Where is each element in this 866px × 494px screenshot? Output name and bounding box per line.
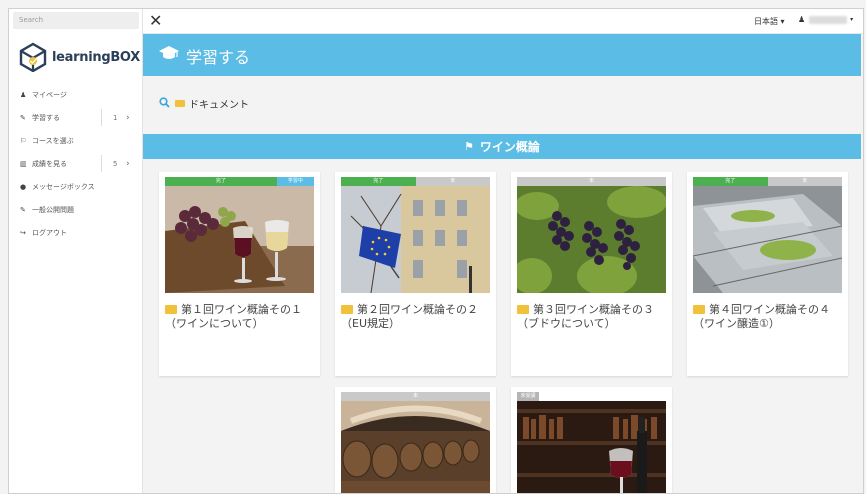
status-not-started: 未: [517, 177, 666, 186]
status-not-started: 未: [341, 392, 490, 401]
folder-icon: [517, 305, 529, 314]
folder-icon: [165, 305, 177, 314]
pencil-icon: ✎: [20, 113, 26, 122]
status-not-started: 未: [415, 177, 490, 186]
course-title-text: 第４回ワイン概論その４（ワイン醸造①）: [693, 303, 830, 330]
search-input[interactable]: Search: [13, 12, 139, 29]
course-card[interactable]: 完了 未 第４回ワイン概論その４（ワイン醸造①）: [687, 172, 848, 376]
course-title[interactable]: 第４回ワイン概論その４（ワイン醸造①）: [693, 303, 843, 331]
sidebar-item-label: 学習する: [32, 113, 60, 122]
course-title[interactable]: 第１回ワイン概論その１（ワインについて）: [165, 303, 315, 331]
logout-icon: ↪: [20, 228, 26, 237]
folder-icon: [341, 305, 353, 314]
progress-bar: 完了 未: [693, 177, 842, 186]
chevron-right-icon[interactable]: ›: [126, 159, 130, 169]
status-done: 完了: [165, 177, 277, 186]
status-not-started: 未: [767, 177, 842, 186]
chevron-right-icon[interactable]: ›: [126, 113, 130, 123]
progress-bar: 未受講: [517, 392, 539, 401]
sidebar-item-label: メッセージボックス: [32, 182, 95, 191]
sidebar-item-public-questions[interactable]: ✎ 一般公開問題: [9, 198, 143, 221]
course-card[interactable]: 完了 未 第２回ワイン概論その２（EU規定）: [335, 172, 496, 376]
course-thumbnail: [693, 186, 842, 293]
course-thumbnail: [341, 401, 490, 493]
sidebar: Search learningBOX ♟ マイページ ✎ 学習する 1 › ⚐ …: [9, 9, 143, 493]
folder-icon: [693, 305, 705, 314]
section-header: ⚑ ワイン概論: [143, 134, 861, 159]
logo-text: learningBOX: [52, 49, 140, 65]
top-bar: ✕ 日本語 ▾ ♟ ▾: [143, 9, 863, 34]
course-title-text: 第２回ワイン概論その２（EU規定）: [341, 303, 478, 330]
close-icon[interactable]: ✕: [149, 11, 162, 30]
folder-icon: [175, 100, 185, 107]
section-title: ワイン概論: [479, 140, 540, 154]
logo-icon: [19, 42, 47, 72]
user-name-blurred: [809, 15, 848, 24]
user-icon: ♟: [798, 15, 806, 24]
app-window: Search learningBOX ♟ マイページ ✎ 学習する 1 › ⚐ …: [8, 8, 864, 494]
chevron-down-icon: ▾: [850, 16, 854, 23]
course-title-text: 第３回ワイン概論その３（ブドウについて）: [517, 303, 654, 330]
count-badge: 1: [113, 113, 118, 122]
course-thumbnail: [517, 186, 666, 293]
sidebar-item-label: 一般公開問題: [32, 205, 74, 214]
sidebar-item-grades[interactable]: ▥ 成績を見る 5 ›: [9, 152, 143, 175]
course-thumbnail: [165, 186, 314, 293]
progress-bar: 未: [517, 177, 666, 186]
status-not-taken: 未受講: [517, 392, 539, 401]
page-header: 学習する: [143, 34, 861, 76]
graduation-cap-icon: [159, 45, 179, 65]
flag-icon: ⚐: [20, 136, 27, 145]
course-card[interactable]: 未受講: [511, 387, 672, 493]
page-title: 学習する: [186, 48, 251, 67]
course-title[interactable]: 第３回ワイン概論その３（ブドウについて）: [517, 303, 667, 331]
chat-icon: ●: [20, 182, 27, 191]
chart-icon: ▥: [20, 159, 27, 168]
sidebar-item-logout[interactable]: ↪ ログアウト: [9, 221, 143, 244]
language-select[interactable]: 日本語 ▾: [754, 16, 785, 27]
sidebar-item-label: 成績を見る: [32, 159, 67, 168]
breadcrumb: ドキュメント: [159, 96, 249, 111]
course-title[interactable]: 第２回ワイン概論その２（EU規定）: [341, 303, 491, 331]
status-done: 完了: [693, 177, 768, 186]
sidebar-item-label: マイページ: [32, 90, 67, 99]
sidebar-item-messages[interactable]: ● メッセージボックス: [9, 175, 143, 198]
progress-bar: 完了 未: [341, 177, 490, 186]
pencil-icon: ✎: [20, 205, 26, 214]
course-card[interactable]: 未 第３回ワイン概論その３（ブドウについて）: [511, 172, 672, 376]
course-card[interactable]: 未: [335, 387, 496, 493]
course-thumbnail: [341, 186, 490, 293]
divider: [101, 109, 102, 126]
progress-bar: 完了 学習中: [165, 177, 314, 186]
status-done: 完了: [341, 177, 416, 186]
user-menu[interactable]: ♟ ▾: [798, 15, 853, 24]
divider: [101, 155, 102, 172]
sidebar-item-study[interactable]: ✎ 学習する 1 ›: [9, 106, 143, 129]
breadcrumb-folder[interactable]: ドキュメント: [189, 96, 249, 111]
search-icon[interactable]: [159, 96, 170, 111]
sidebar-nav: ♟ マイページ ✎ 学習する 1 › ⚐ コースを選ぶ ▥ 成績を見る 5 ›: [9, 83, 143, 244]
progress-bar: 未: [341, 392, 490, 401]
sidebar-item-mypage[interactable]: ♟ マイページ: [9, 83, 143, 106]
logo[interactable]: learningBOX: [19, 41, 140, 73]
flag-icon: ⚑: [464, 140, 474, 153]
status-in-progress: 学習中: [276, 177, 314, 186]
course-card[interactable]: 完了 学習中 第１回ワイン概論その１（ワインについて）: [159, 172, 320, 376]
sidebar-item-label: コースを選ぶ: [32, 136, 74, 145]
sidebar-item-label: ログアウト: [32, 228, 67, 237]
user-icon: ♟: [20, 90, 27, 99]
course-title-text: 第１回ワイン概論その１（ワインについて）: [165, 303, 302, 330]
course-thumbnail: [517, 401, 666, 493]
count-badge: 5: [113, 159, 118, 168]
sidebar-item-courses[interactable]: ⚐ コースを選ぶ: [9, 129, 143, 152]
